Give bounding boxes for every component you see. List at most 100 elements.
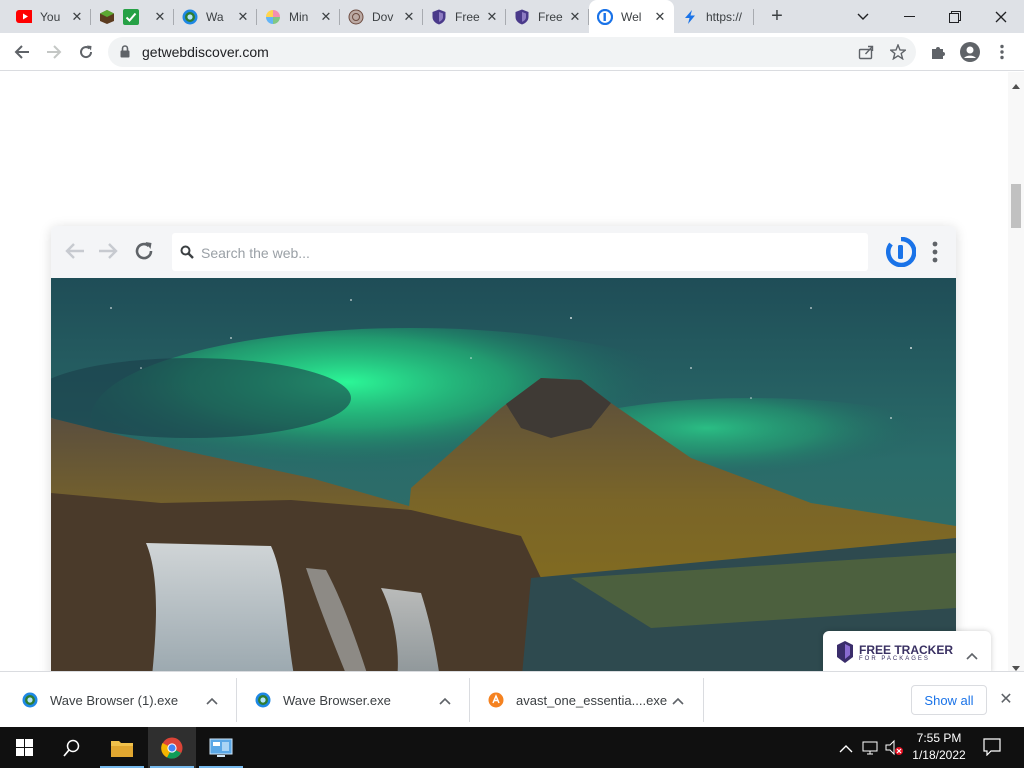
- close-icon[interactable]: ✕: [69, 9, 85, 25]
- chevron-up-icon[interactable]: [668, 693, 688, 708]
- back-button[interactable]: [8, 38, 36, 66]
- page-scrollbar[interactable]: [1008, 72, 1024, 671]
- url-text: getwebdiscover.com: [142, 44, 269, 60]
- avast-icon: [488, 692, 504, 708]
- scrollbar-thumb[interactable]: [1011, 184, 1021, 228]
- control-panel-button[interactable]: [197, 727, 245, 768]
- tab-label: Free: [538, 9, 563, 24]
- show-all-button[interactable]: Show all: [911, 685, 987, 715]
- close-icon[interactable]: ✕: [235, 9, 251, 25]
- close-icon[interactable]: ✕: [318, 9, 334, 25]
- tab-youtube[interactable]: You ✕: [8, 0, 91, 33]
- download-item[interactable]: Wave Browser.exe: [233, 672, 469, 728]
- extensions-button[interactable]: [924, 38, 952, 66]
- close-icon[interactable]: ✕: [567, 9, 583, 25]
- page-content: Search the web...: [0, 72, 1008, 671]
- tab-free-tracker-2[interactable]: Free ✕: [506, 0, 589, 33]
- tab-pinwheel[interactable]: Min ✕: [257, 0, 340, 33]
- chrome-icon: [161, 737, 183, 759]
- browser-toolbar: getwebdiscover.com: [0, 33, 1024, 71]
- minecraft-icon: [99, 9, 115, 25]
- download-item[interactable]: Wave Browser (1).exe: [0, 672, 236, 728]
- download-item[interactable]: avast_one_essentia....exe: [466, 672, 702, 728]
- menu-button[interactable]: [988, 38, 1016, 66]
- more-vert-icon: [1000, 44, 1004, 60]
- close-icon[interactable]: ✕: [484, 9, 500, 25]
- clock-date: 1/18/2022: [912, 748, 966, 762]
- chevron-up-icon[interactable]: [839, 741, 853, 759]
- shield-icon: [431, 9, 447, 25]
- reload-icon: [133, 240, 155, 267]
- aurora-landscape-image: [51, 278, 956, 671]
- tab-label: You: [40, 9, 61, 24]
- download-shelf: Wave Browser (1).exe Wave Browser.exe av…: [0, 671, 1024, 727]
- tab-free-tracker-1[interactable]: Free ✕: [423, 0, 506, 33]
- search-icon: [180, 245, 194, 264]
- file-explorer-button[interactable]: [98, 727, 146, 768]
- chevron-up-icon[interactable]: [435, 693, 455, 708]
- address-bar[interactable]: getwebdiscover.com: [108, 37, 916, 67]
- close-icon[interactable]: ✕: [401, 9, 417, 25]
- youtube-icon: [16, 9, 32, 25]
- arrow-left-icon: [65, 242, 85, 265]
- scroll-up-icon[interactable]: [1012, 76, 1020, 94]
- minimize-icon: [903, 15, 915, 17]
- free-tracker-subtitle: FOR PACKAGES: [859, 656, 930, 662]
- arrow-right-icon: [98, 242, 118, 265]
- close-icon[interactable]: ✕: [152, 9, 168, 25]
- close-icon[interactable]: ✕: [652, 9, 668, 25]
- more-vert-icon: [932, 241, 938, 268]
- volume-muted-icon[interactable]: [884, 739, 904, 761]
- restore-icon: [949, 10, 961, 23]
- webdiscover-logo-icon: [886, 236, 917, 272]
- tab-https[interactable]: https://: [674, 0, 754, 33]
- chevron-up-icon[interactable]: [202, 693, 222, 708]
- restore-button[interactable]: [932, 0, 978, 33]
- tab-wave[interactable]: Wa ✕: [174, 0, 257, 33]
- system-clock[interactable]: 7:55 PM 1/18/2022: [908, 730, 970, 764]
- bolt-icon: [682, 9, 698, 25]
- mock-toolbar: Search the web...: [51, 226, 956, 278]
- arrow-left-icon: [14, 45, 29, 59]
- webdiscover-icon: [597, 8, 613, 25]
- close-window-button[interactable]: [978, 0, 1024, 33]
- bookmark-star-icon[interactable]: [888, 43, 908, 65]
- tab-label: Min: [289, 9, 309, 24]
- new-tab-button[interactable]: +: [765, 5, 789, 29]
- search-button[interactable]: [48, 727, 96, 768]
- tab-minecraft[interactable]: ✕: [91, 0, 174, 33]
- free-tracker-widget[interactable]: FREE TRACKER FOR PACKAGES: [823, 631, 991, 673]
- tab-label: Dov: [372, 9, 394, 24]
- wave-icon: [255, 692, 271, 708]
- avatar-icon: [960, 42, 980, 62]
- clock-time: 7:55 PM: [916, 731, 962, 745]
- tab-search-button[interactable]: [840, 0, 886, 33]
- download-filename: Wave Browser (1).exe: [50, 692, 179, 708]
- wave-icon: [22, 692, 38, 708]
- windows-taskbar: 7:55 PM 1/18/2022: [0, 727, 1024, 768]
- start-button[interactable]: [0, 727, 48, 768]
- tab-label: https://: [706, 9, 743, 24]
- close-icon[interactable]: ✕: [996, 690, 1016, 710]
- chevron-up-icon[interactable]: [966, 647, 978, 665]
- checkmark-icon: [123, 8, 139, 25]
- search-placeholder: Search the web...: [201, 245, 310, 261]
- forward-button[interactable]: [40, 38, 68, 66]
- network-icon[interactable]: [862, 739, 880, 760]
- lock-icon: [120, 45, 130, 63]
- close-icon: [995, 11, 1007, 22]
- chevron-down-icon: [857, 13, 869, 20]
- wave-icon: [182, 9, 198, 25]
- shield-icon: [514, 9, 530, 25]
- tab-download[interactable]: Dov ✕: [340, 0, 423, 33]
- profile-button[interactable]: [956, 38, 984, 66]
- minimize-button[interactable]: [886, 0, 932, 33]
- reload-button[interactable]: [72, 38, 100, 66]
- tab-webdiscover[interactable]: Wel ✕: [589, 0, 674, 33]
- pinwheel-icon: [265, 9, 281, 25]
- windows-logo-icon: [15, 739, 33, 756]
- chrome-button[interactable]: [148, 727, 196, 768]
- notification-icon[interactable]: [983, 738, 1001, 761]
- share-icon[interactable]: [858, 44, 874, 65]
- folder-icon: [111, 740, 133, 757]
